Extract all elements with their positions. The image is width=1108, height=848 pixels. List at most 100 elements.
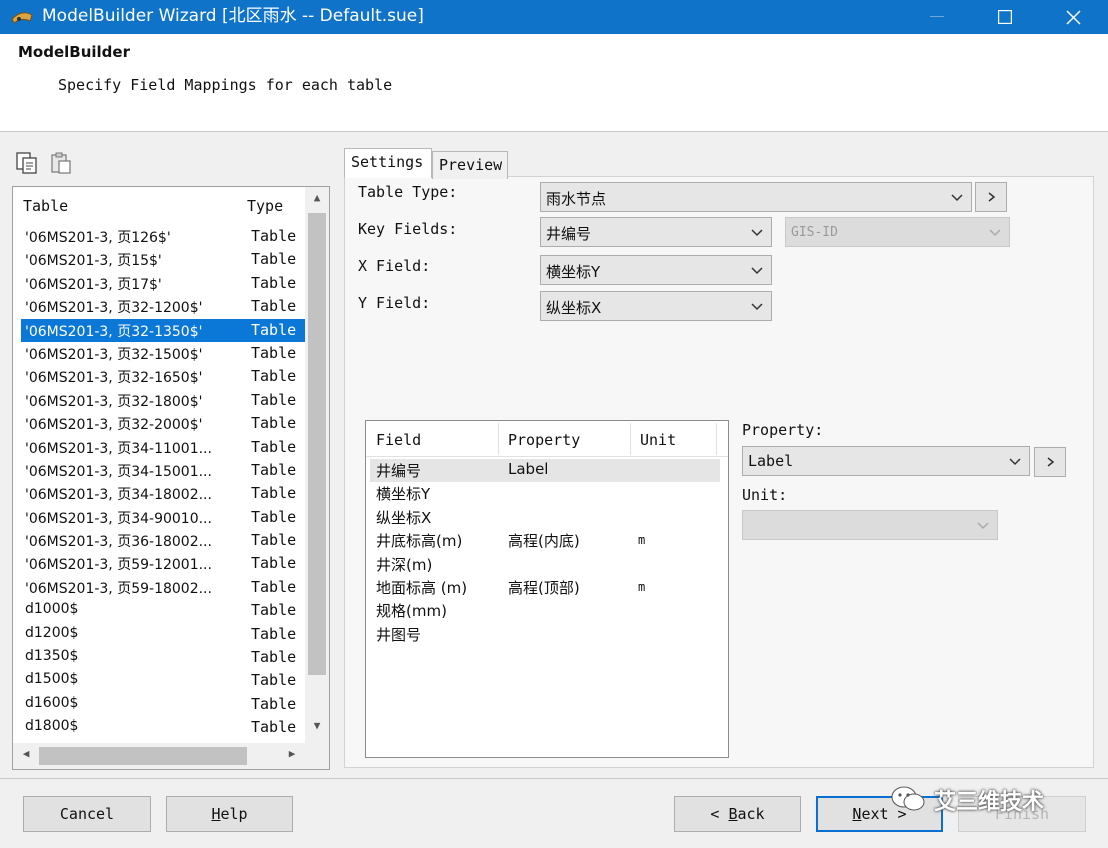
field-row-field: 井深(m) xyxy=(376,555,433,574)
table-row[interactable]: '06MS201-3, 页34-18002... Table xyxy=(21,482,305,505)
table-row-name: d1500$ xyxy=(25,671,79,688)
table-row[interactable]: '06MS201-3, 页34-90010... Table xyxy=(21,506,305,529)
table-row[interactable]: d1200$ Table xyxy=(21,623,305,646)
maximize-button[interactable] xyxy=(980,0,1030,34)
tab-settings[interactable]: Settings xyxy=(344,148,432,178)
table-type-value: 雨水节点 xyxy=(546,190,607,208)
table-row[interactable]: '06MS201-3, 页32-1350$' Table xyxy=(21,318,305,342)
scroll-up-icon[interactable]: ▲ xyxy=(309,191,325,211)
column-header-type[interactable]: Type xyxy=(247,197,283,215)
table-row[interactable]: d1000$ Table xyxy=(21,599,305,622)
table-row-type: Table xyxy=(251,601,297,620)
table-row[interactable]: '06MS201-3, 页32-1500$' Table xyxy=(21,342,305,365)
field-row[interactable]: 井深(m) xyxy=(370,553,720,576)
table-row-type: Table xyxy=(251,390,297,409)
column-header-unit[interactable]: Unit xyxy=(640,431,676,449)
table-row-name: d1600$ xyxy=(25,694,79,711)
table-row[interactable]: '06MS201-3, 页17$' Table xyxy=(21,272,305,295)
field-row[interactable]: 纵坐标X xyxy=(370,506,720,529)
tab-preview[interactable]: Preview xyxy=(432,151,508,179)
table-row-name: d1200$ xyxy=(25,624,79,641)
field-row[interactable]: 井图号 xyxy=(370,623,720,646)
field-row[interactable]: 地面标高 (m) 高程(顶部) m xyxy=(370,576,720,599)
table-row-type: Table xyxy=(251,227,297,245)
table-type-dropdown[interactable]: 雨水节点 xyxy=(540,182,972,212)
table-row-type: Table xyxy=(251,437,297,456)
column-divider xyxy=(498,423,499,455)
table-row[interactable]: '06MS201-3, 页59-12001... Table xyxy=(21,552,305,575)
scroll-right-icon[interactable]: ▶ xyxy=(283,747,301,765)
table-row-name: '06MS201-3, 页15$' xyxy=(25,253,162,270)
paste-icon[interactable] xyxy=(48,150,74,176)
table-row[interactable]: '06MS201-3, 页32-1650$' Table xyxy=(21,365,305,388)
table-row-type: Table xyxy=(251,273,297,292)
table-row-type: Table xyxy=(251,577,297,596)
column-header-field[interactable]: Field xyxy=(376,431,421,449)
table-row[interactable]: d1800$ Table xyxy=(21,716,305,739)
table-row[interactable]: '06MS201-3, 页15$' Table xyxy=(21,248,305,271)
table-row[interactable]: '06MS201-3, 页32-2000$' Table xyxy=(21,412,305,435)
key-fields-label: Key Fields: xyxy=(358,220,458,238)
column-header-property[interactable]: Property xyxy=(508,431,580,449)
field-list-header: Field Property Unit xyxy=(366,421,728,457)
table-row[interactable]: '06MS201-3, 页36-18002... Table xyxy=(21,529,305,552)
table-row-type: Table xyxy=(251,671,297,690)
chevron-down-icon xyxy=(751,303,763,311)
back-button-label: ack xyxy=(737,805,765,823)
scroll-down-icon[interactable]: ▼ xyxy=(309,719,325,739)
close-button[interactable] xyxy=(1048,0,1098,34)
table-row-name: '06MS201-3, 页32-2000$' xyxy=(25,417,203,434)
table-row[interactable]: '06MS201-3, 页34-11001... Table xyxy=(21,436,305,459)
property-dropdown[interactable]: Label xyxy=(742,446,1030,476)
field-row[interactable]: 井底标高(m) 高程(内底) m xyxy=(370,529,720,552)
table-row[interactable]: '06MS201-3, 页34-15001... Table xyxy=(21,459,305,482)
table-row[interactable]: d1350$ Table xyxy=(21,646,305,669)
table-row[interactable]: d1600$ Table xyxy=(21,693,305,716)
chevron-down-icon xyxy=(1009,458,1021,466)
table-row[interactable]: '06MS201-3, 页59-18002... Table xyxy=(21,576,305,599)
table-row-type: Table xyxy=(251,320,297,339)
table-list-rows: '06MS201-3, 页126$' Table '06MS201-3, 页15$'… xyxy=(21,225,305,740)
table-list-vertical-scrollbar[interactable]: ▲ ▼ xyxy=(305,187,329,743)
key-fields-dropdown[interactable]: 井编号 xyxy=(540,217,772,247)
table-row-type: Table xyxy=(251,343,297,362)
table-row[interactable]: '06MS201-3, 页32-1800$' Table xyxy=(21,389,305,412)
scroll-left-icon[interactable]: ◀ xyxy=(17,747,35,765)
back-button[interactable]: < Back xyxy=(674,796,801,832)
field-row[interactable]: 横坐标Y xyxy=(370,482,720,505)
table-row-type: Table xyxy=(251,414,297,433)
table-row-name: d1800$ xyxy=(25,718,79,735)
table-row-type: Table xyxy=(251,531,297,550)
table-row-type: Table xyxy=(251,554,297,573)
table-row-type: Table xyxy=(251,648,297,667)
unit-label: Unit: xyxy=(742,486,788,504)
help-button-label: elp xyxy=(220,805,248,823)
property-next-button[interactable] xyxy=(1034,447,1066,477)
horizontal-scroll-thumb[interactable] xyxy=(39,747,247,765)
table-list-horizontal-scrollbar[interactable]: ◀ ▶ xyxy=(13,743,305,769)
field-row-field: 井底标高(m) xyxy=(376,532,463,551)
minimize-button[interactable] xyxy=(912,0,962,34)
help-button[interactable]: Help xyxy=(166,796,293,832)
x-field-dropdown[interactable]: 横坐标Y xyxy=(540,255,772,285)
table-row[interactable]: '06MS201-3, 页126$' Table xyxy=(21,225,305,248)
field-mapping-list[interactable]: Field Property Unit 井编号 Label 横坐标Y 纵坐标X 井底标高… xyxy=(365,420,729,758)
x-field-label: X Field: xyxy=(358,257,431,275)
table-list[interactable]: Table Type '06MS201-3, 页126$' Table '06MS2… xyxy=(12,186,330,770)
field-row[interactable]: 规格(mm) xyxy=(370,599,720,622)
copy-icon[interactable] xyxy=(14,150,40,176)
table-row-name: '06MS201-3, 页34-18002... xyxy=(25,487,212,504)
table-type-next-button[interactable] xyxy=(975,182,1007,212)
y-field-dropdown[interactable]: 纵坐标X xyxy=(540,291,772,321)
vertical-scroll-thumb[interactable] xyxy=(308,213,326,675)
key-fields-value: 井编号 xyxy=(546,225,592,243)
table-row[interactable]: d1500$ Table xyxy=(21,669,305,692)
table-row[interactable]: '06MS201-3, 页32-1200$' Table xyxy=(21,295,305,318)
table-row-name: '06MS201-3, 页34-90010... xyxy=(25,510,212,527)
column-divider xyxy=(630,423,631,455)
column-header-table[interactable]: Table xyxy=(23,197,68,215)
field-row[interactable]: 井编号 Label xyxy=(370,459,720,483)
y-field-label: Y Field: xyxy=(358,294,431,312)
cancel-button[interactable]: Cancel xyxy=(23,796,151,832)
field-row-field: 地面标高 (m) xyxy=(376,579,468,597)
